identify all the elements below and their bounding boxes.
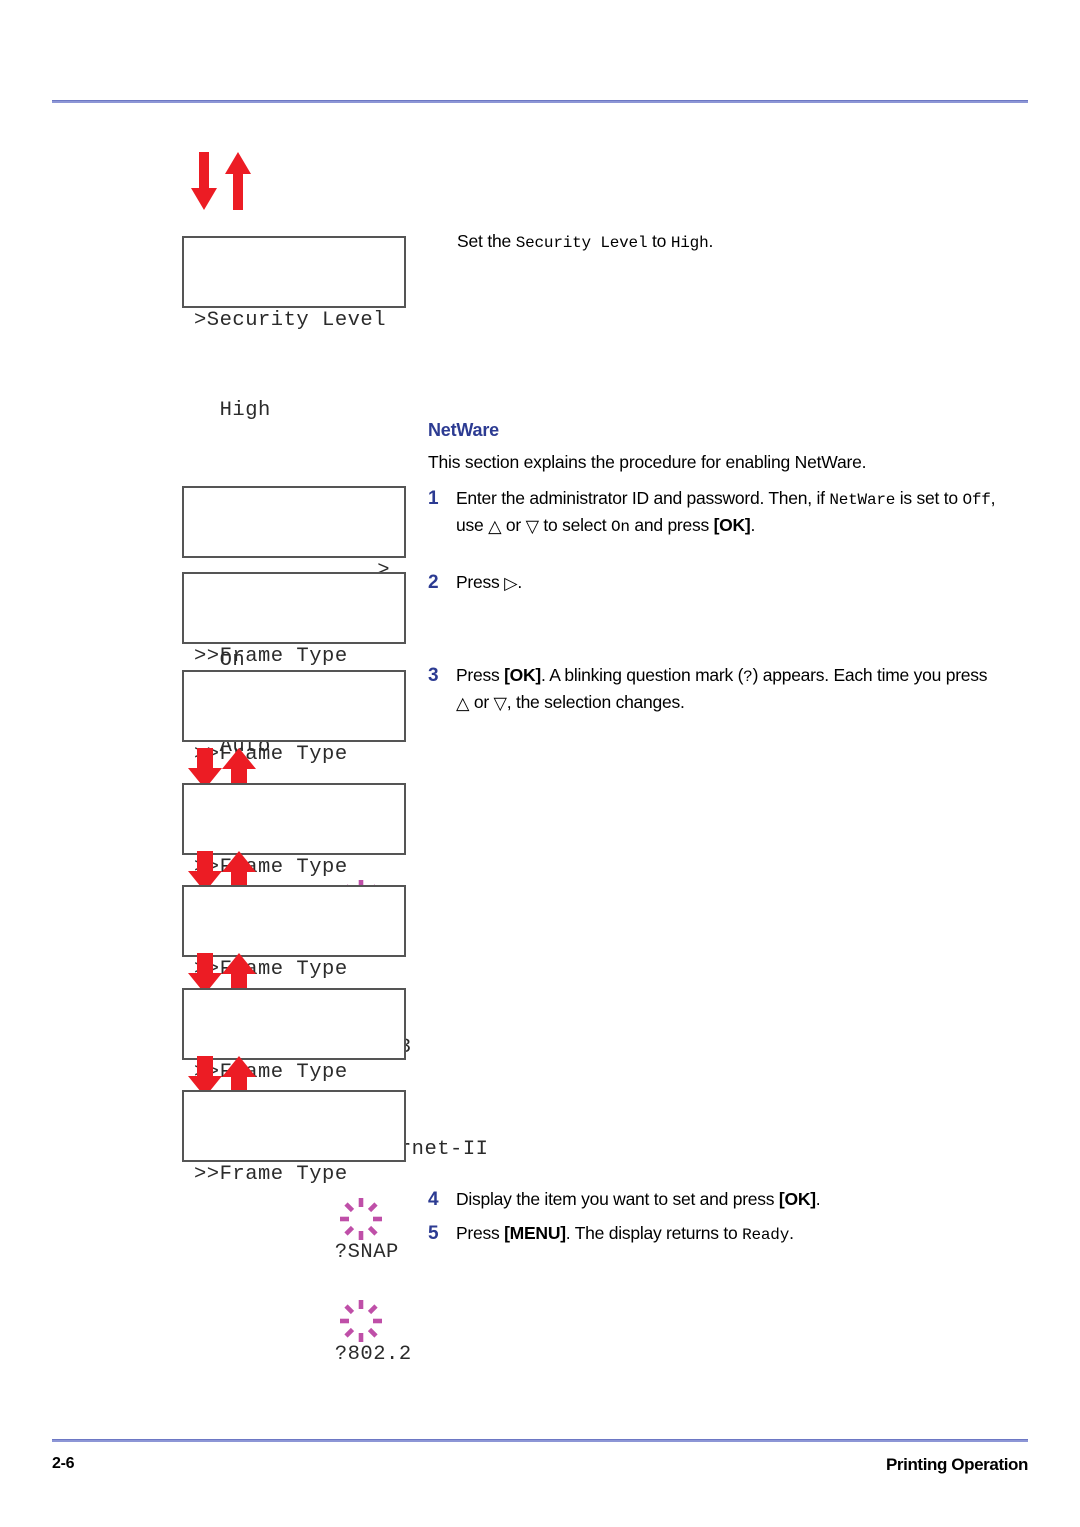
step-2-body: Press ▷. <box>456 570 1003 596</box>
step-1-text-f: and press <box>629 515 714 535</box>
step-1-number: 1 <box>428 488 439 509</box>
lcd-line-1: >>Frame Type <box>194 1160 404 1190</box>
step-1-text-d: or <box>501 515 526 535</box>
step-1-body: Enter the administrator ID and password.… <box>456 486 1003 540</box>
header-rule <box>52 100 1028 103</box>
security-level-caption: Set the Security Level to High. <box>457 231 713 252</box>
lcd-line-1: >>Frame Type <box>194 642 404 672</box>
step-3: 3 Press [OK]. A blinking question mark (… <box>428 663 1003 716</box>
lcd-panel-frame-type-q-auto: >>Frame Type ?Auto <box>182 670 406 946</box>
step-2-text-a: Press <box>456 572 505 592</box>
triangle-down-icon: ▽ <box>525 516 539 536</box>
lcd-line-1-text: >>Frame Type <box>194 1163 348 1186</box>
lcd-line-2-text: High <box>194 399 271 422</box>
step-5-text-b: . The display returns to <box>565 1223 743 1243</box>
blinking-cursor-group: ?802.2 <box>245 1280 411 1400</box>
lcd-line-1: >Security Level <box>194 306 404 336</box>
lcd-line-2: ?802.2 <box>194 1250 411 1366</box>
lcd-panel-frame-type-q-ethernet-ii: >>Frame Type ?Ethernet-II <box>182 885 488 1161</box>
blink-starburst-icon <box>236 1269 382 1342</box>
lcd-panel-frame-type-q-802-2: >>Frame Type ?802.2 <box>182 1090 411 1366</box>
step-4-body: Display the item you want to set and pre… <box>456 1187 1003 1212</box>
lcd-panel-frame-type-auto: >>Frame Type Auto <box>182 572 406 758</box>
step-3-body: Press [OK]. A blinking question mark (?)… <box>456 663 1003 716</box>
step-3-number: 3 <box>428 665 439 686</box>
caption-middle: to <box>647 231 671 251</box>
lcd-panel-frame-type-q-802-3: >>Frame Type ?802.3 <box>182 783 411 1059</box>
step-5-text-c: . <box>789 1223 794 1243</box>
lcd-line-1-text: >>Frame Type <box>194 645 348 668</box>
footer-page-number: 2-6 <box>52 1455 75 1472</box>
step-4-text-b: . <box>815 1189 821 1209</box>
step-2: 2 Press ▷. <box>428 570 1003 596</box>
step-3-text-e: , the selection changes. <box>506 692 685 712</box>
caption-suffix: . <box>708 231 714 251</box>
step-1-text-b: is set to <box>895 488 963 508</box>
step-4-number: 4 <box>428 1189 439 1210</box>
step-3-text-c: ) appears. Each time you press <box>752 665 988 685</box>
step-5-number: 5 <box>428 1223 439 1244</box>
step-1-key-ok: [OK] <box>713 515 751 535</box>
caption-prefix: Set the <box>457 231 516 251</box>
step-1-text-e: to select <box>538 515 611 535</box>
step-4: 4 Display the item you want to set and p… <box>428 1187 1003 1212</box>
step-5-body: Press [MENU]. The display returns to Rea… <box>456 1221 1003 1248</box>
caption-mono-security-level: Security Level <box>515 234 648 252</box>
lcd-panel-netware-on: >NetWare > On <box>182 486 406 672</box>
step-3-text-b: . A blinking question mark ( <box>541 665 744 685</box>
step-5-key-menu: [MENU] <box>504 1223 566 1243</box>
scroll-arrows-top <box>186 150 266 212</box>
step-4-text-a: Display the item you want to set and pre… <box>456 1189 779 1209</box>
step-2-text-b: . <box>517 572 522 592</box>
step-2-number: 2 <box>428 572 439 593</box>
triangle-up-icon: △ <box>456 693 470 713</box>
lcd-line-1-text: >Security Level <box>194 309 387 332</box>
step-1-mono-off: Off <box>962 491 991 509</box>
step-5-text-a: Press <box>456 1223 505 1243</box>
step-1-mono-netware: NetWare <box>829 491 896 509</box>
section-heading-netware: NetWare <box>428 420 499 440</box>
step-5-mono-ready: Ready <box>742 1226 790 1244</box>
footer-rule <box>52 1439 1028 1442</box>
lcd-line-2-text: ?802.2 <box>322 1343 412 1366</box>
lcd-panel-security-level: >Security Level High <box>182 236 406 422</box>
section-intro-text: This section explains the procedure for … <box>428 452 867 472</box>
caption-mono-high: High <box>670 234 709 252</box>
step-3-mono-question: ? <box>743 668 753 686</box>
triangle-right-icon: ▷ <box>504 573 518 593</box>
step-1-text-a: Enter the administrator ID and password.… <box>456 488 830 508</box>
footer-chapter-title: Printing Operation <box>885 1455 1028 1474</box>
step-3-text-a: Press <box>456 665 505 685</box>
lcd-line-2: High <box>194 396 404 426</box>
step-1: 1 Enter the administrator ID and passwor… <box>428 486 1003 540</box>
step-5: 5 Press [MENU]. The display returns to R… <box>428 1221 1003 1248</box>
step-4-key-ok: [OK] <box>778 1189 816 1209</box>
step-1-text-g: . <box>750 515 756 535</box>
step-3-key-ok: [OK] <box>504 665 542 685</box>
triangle-down-icon: ▽ <box>493 693 507 713</box>
step-1-mono-on: On <box>610 518 630 536</box>
lcd-panel-frame-type-q-snap: >>Frame Type ?SNAP <box>182 988 406 1264</box>
triangle-up-icon: △ <box>488 516 502 536</box>
step-3-text-d: or <box>469 692 494 712</box>
